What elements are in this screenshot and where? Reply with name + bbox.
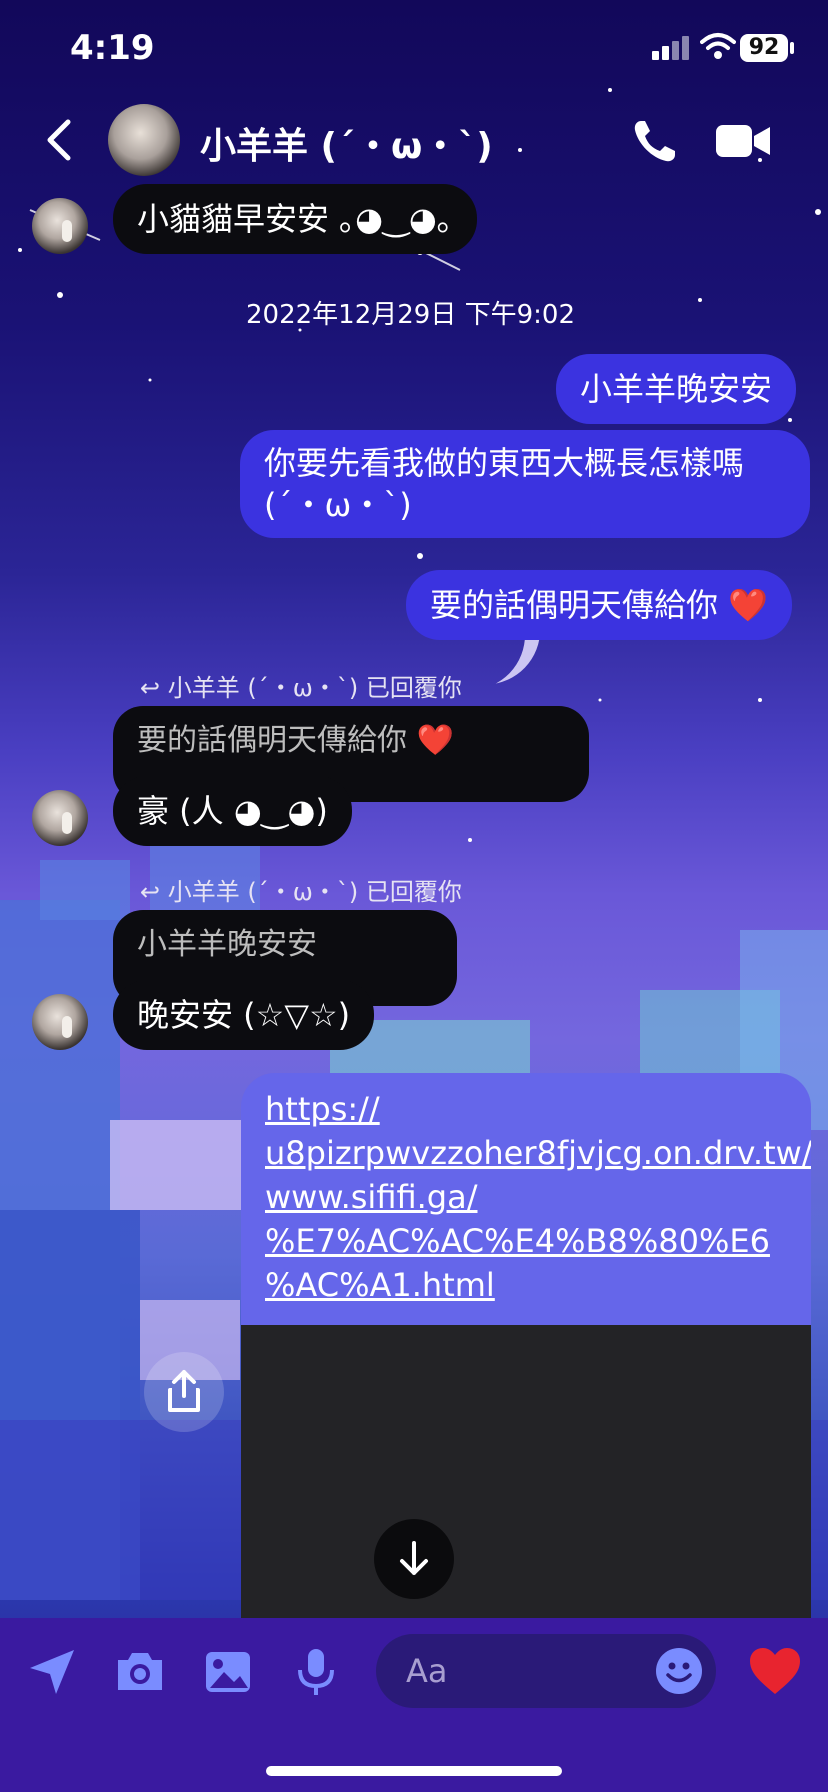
phone-call-icon[interactable]: [632, 118, 678, 164]
location-arrow-icon[interactable]: [26, 1646, 78, 1698]
reply-indicator: ↩ 小羊羊 (´・ω・`) 已回覆你: [140, 668, 462, 703]
gallery-icon[interactable]: [202, 1646, 254, 1698]
message-line: 你要先看我做的東西大概長怎樣嗎: [264, 444, 745, 482]
message-timestamp: 2022年12月29日 下午9:02: [246, 300, 575, 330]
camera-icon[interactable]: [114, 1646, 166, 1698]
reply-arrow-icon: ↩: [140, 674, 168, 702]
scroll-to-bottom-button[interactable]: [374, 1519, 454, 1599]
link-message-card[interactable]: https:// u8pizrpwvzzoher8fjvjcg.on.drv.t…: [241, 1073, 811, 1618]
outgoing-message-multiline[interactable]: 你要先看我做的東西大概長怎樣嗎 (´・ω・`): [240, 430, 810, 538]
reply-indicator-text: 小羊羊 (´・ω・`) 已回覆你: [167, 674, 462, 702]
status-time: 4:19: [70, 28, 155, 68]
link-line[interactable]: u8pizrpwvzzoher8fjvjcg.on.drv.tw/: [265, 1134, 811, 1172]
link-line[interactable]: %E7%AC%AC%E4%B8%80%E6: [265, 1222, 770, 1260]
sender-avatar[interactable]: [32, 198, 88, 254]
outgoing-message[interactable]: 小羊羊晚安安: [556, 354, 797, 424]
incoming-message[interactable]: 小貓貓早安安 ｡◕‿◕｡: [113, 184, 477, 254]
link-line[interactable]: https://: [265, 1090, 380, 1128]
smiley-icon: [666, 1662, 692, 1683]
wifi-icon: [700, 33, 736, 59]
link-preview[interactable]: [241, 1325, 811, 1618]
reply-arrow-icon: ↩: [140, 878, 168, 906]
battery-icon: [790, 42, 794, 54]
incoming-message[interactable]: 晚安安 (☆▽☆): [113, 980, 375, 1050]
link-url[interactable]: https:// u8pizrpwvzzoher8fjvjcg.on.drv.t…: [241, 1073, 811, 1325]
sender-avatar[interactable]: [32, 790, 88, 846]
battery-level: 92: [740, 34, 788, 62]
incoming-message[interactable]: 豪 (人 ◕‿◕): [113, 776, 352, 846]
heart-like-icon[interactable]: [748, 1646, 802, 1696]
sender-avatar[interactable]: [32, 994, 88, 1050]
arrow-down-icon: [400, 1541, 428, 1575]
contact-avatar[interactable]: [108, 104, 180, 176]
contact-name[interactable]: 小羊羊 (´・ω・`): [200, 117, 493, 169]
emoji-button[interactable]: [656, 1648, 702, 1694]
message-input-placeholder: Aa: [406, 1652, 448, 1690]
share-button[interactable]: [144, 1352, 224, 1432]
cellular-signal-icon: [652, 36, 689, 60]
link-line[interactable]: www.sififi.ga/: [265, 1178, 478, 1216]
home-indicator: [266, 1766, 562, 1776]
back-chevron-icon[interactable]: [40, 116, 80, 164]
message-line: (´・ω・`): [264, 486, 412, 524]
reply-indicator-text: 小羊羊 (´・ω・`) 已回覆你: [167, 878, 462, 906]
outgoing-message[interactable]: 要的話偶明天傳給你 ❤️: [406, 570, 793, 640]
share-icon: [168, 1370, 200, 1412]
reply-indicator: ↩ 小羊羊 (´・ω・`) 已回覆你: [140, 872, 462, 907]
microphone-icon[interactable]: [290, 1646, 342, 1698]
video-call-icon[interactable]: [716, 122, 770, 160]
link-line[interactable]: %AC%A1.html: [265, 1266, 495, 1304]
